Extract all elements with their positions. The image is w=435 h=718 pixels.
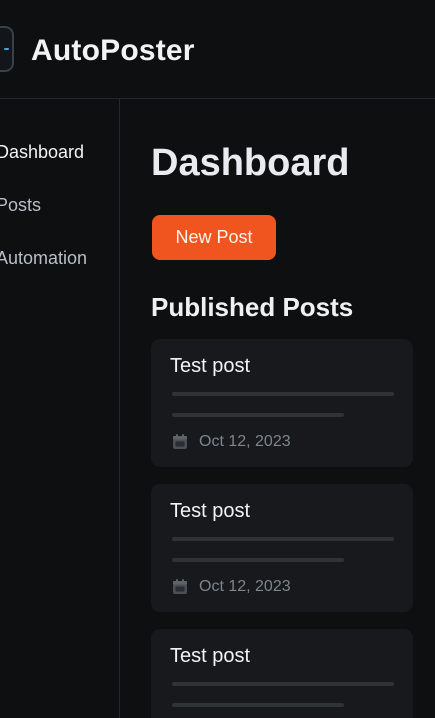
calendar-icon: [173, 434, 187, 449]
sidebar: Dashboard Posts Automation: [0, 99, 120, 718]
app-window: AutoPoster Dashboard Posts Automation Da…: [0, 0, 435, 718]
post-excerpt-placeholder-line: [172, 392, 394, 396]
post-excerpt-placeholder-line: [172, 413, 344, 417]
post-title: Test post: [170, 355, 251, 377]
page-title: Dashboard: [151, 142, 350, 184]
post-card[interactable]: Test post: [151, 629, 413, 718]
post-card[interactable]: Test post Oct 12, 2023: [151, 339, 413, 467]
app-title: AutoPoster: [31, 34, 195, 67]
post-date: Oct 12, 2023: [199, 433, 291, 450]
sidebar-item-posts[interactable]: Posts: [0, 193, 41, 217]
post-excerpt-placeholder-line: [172, 558, 344, 562]
section-title-published-posts: Published Posts: [151, 292, 354, 322]
post-excerpt-placeholder-line: [172, 703, 344, 707]
post-excerpt-placeholder-line: [172, 682, 394, 686]
post-title: Test post: [170, 645, 251, 667]
calendar-icon: [173, 579, 187, 594]
post-date: Oct 12, 2023: [199, 578, 291, 595]
post-excerpt-placeholder-line: [172, 537, 394, 541]
post-title: Test post: [170, 500, 251, 522]
app-logo-icon[interactable]: [0, 26, 14, 72]
app-header: AutoPoster: [0, 0, 435, 99]
new-post-button[interactable]: New Post: [152, 215, 276, 260]
logo-dash: [4, 48, 9, 50]
main-content: Dashboard New Post Published Posts Test …: [121, 100, 435, 718]
sidebar-item-dashboard[interactable]: Dashboard: [0, 140, 84, 164]
sidebar-item-automation[interactable]: Automation: [0, 246, 87, 270]
post-card[interactable]: Test post Oct 12, 2023: [151, 484, 413, 612]
